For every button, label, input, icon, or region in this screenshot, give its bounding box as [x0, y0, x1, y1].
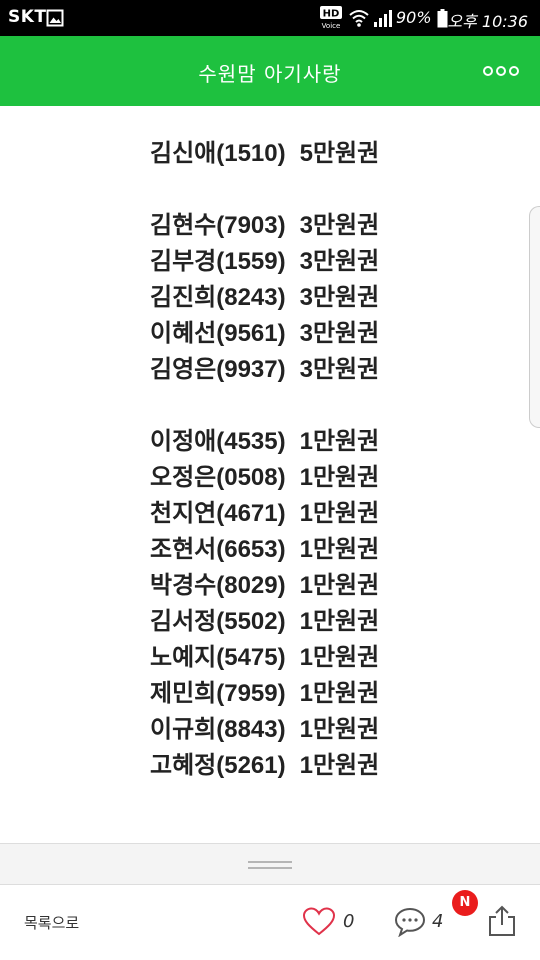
- winner-name: 김서정(5502): [150, 608, 286, 635]
- winner-name: 오정은(0508): [150, 464, 286, 491]
- new-badge: N: [452, 890, 478, 916]
- winner-row: 고혜정(5261) 1만원권: [150, 748, 379, 784]
- winner-row: 이규희(8843) 1만원권: [150, 712, 379, 748]
- winner-name: 제민희(7959): [150, 680, 286, 707]
- winner-name: 김진희(8243): [150, 284, 286, 311]
- signal-icon: [374, 10, 392, 27]
- winner-row: 이정애(4535) 1만원권: [150, 424, 379, 460]
- winner-prize: 1만원권: [299, 752, 380, 779]
- comment-count: 4: [432, 911, 444, 932]
- winner-prize: 1만원권: [299, 500, 380, 527]
- share-icon[interactable]: [487, 905, 517, 937]
- carrier-label: SKT: [8, 7, 47, 27]
- winner-row: 박경수(8029) 1만원권: [150, 568, 379, 604]
- drag-bar[interactable]: [0, 843, 540, 885]
- winner-name: 이정애(4535): [150, 428, 286, 455]
- winner-name: 노예지(5475): [150, 644, 286, 671]
- winner-group: 김신애(1510) 5만원권: [150, 136, 379, 172]
- winner-row: 조현서(6653) 1만원권: [150, 532, 379, 568]
- voice-label: Voice: [322, 22, 341, 30]
- winner-row: 이혜선(9561) 3만원권: [150, 316, 379, 352]
- winner-prize: 1만원권: [299, 536, 380, 563]
- winner-row: 김서정(5502) 1만원권: [150, 604, 379, 640]
- winner-prize: 1만원권: [299, 644, 380, 671]
- comment-icon[interactable]: [394, 907, 426, 937]
- winner-group: 김현수(7903) 3만원권 김부경(1559) 3만원권 김진희(8243) 3만원권 이…: [150, 208, 379, 388]
- like-count: 0: [343, 911, 355, 932]
- winner-row: 김현수(7903) 3만원권: [150, 208, 379, 244]
- back-to-list-button[interactable]: 목록으로: [24, 912, 79, 933]
- winner-prize: 3만원권: [299, 248, 380, 275]
- winner-group-items: 이정애(4535) 1만원권 오정은(0508) 1만원권 천지연(4671) 1만원권 조…: [150, 424, 379, 784]
- winner-name: 김현수(7903): [150, 212, 286, 239]
- winner-name: 김영은(9937): [150, 356, 286, 383]
- winner-row: 제민희(7959) 1만원권: [150, 676, 379, 712]
- gallery-icon: [46, 9, 64, 27]
- winner-group: 이정애(4535) 1만원권 오정은(0508) 1만원권 천지연(4671) 1만원권 조…: [150, 424, 379, 784]
- clock: 오후 10:36: [447, 12, 528, 31]
- winner-prize: 1만원권: [299, 464, 380, 491]
- drag-handle-icon[interactable]: [248, 860, 292, 870]
- winner-row: 천지연(4671) 1만원권: [150, 496, 379, 532]
- winner-name: 천지연(4671): [150, 500, 286, 527]
- winner-prize: 3만원권: [299, 212, 380, 239]
- winner-prize: 1만원권: [299, 572, 380, 599]
- winner-row: 김부경(1559) 3만원권: [150, 244, 379, 280]
- winner-name: 김신애(1510): [150, 140, 286, 167]
- winner-prize: 3만원권: [299, 356, 380, 383]
- winner-name: 고혜정(5261): [150, 752, 286, 779]
- winner-list: 김신애(1510) 5만원권 김현수(7903) 3만원권 김부경(1559) 3만원권 김…: [150, 136, 379, 820]
- more-options-icon[interactable]: [482, 64, 520, 78]
- side-scroll-handle[interactable]: [529, 206, 540, 428]
- winner-group-items: 김현수(7903) 3만원권 김부경(1559) 3만원권 김진희(8243) 3만원권 이…: [150, 208, 379, 388]
- winner-name: 조현서(6653): [150, 536, 286, 563]
- winner-prize: 1만원권: [299, 680, 380, 707]
- winner-prize: 5만원권: [299, 140, 380, 167]
- winner-prize: 3만원권: [299, 320, 380, 347]
- winner-prize: 1만원권: [299, 716, 380, 743]
- bottom-bar: 목록으로 0 4 N: [0, 885, 540, 960]
- winner-name: 박경수(8029): [150, 572, 286, 599]
- winner-name: 이규희(8843): [150, 716, 286, 743]
- winner-row: 오정은(0508) 1만원권: [150, 460, 379, 496]
- post-content: 김신애(1510) 5만원권 김현수(7903) 3만원권 김부경(1559) 3만원권 김…: [0, 106, 540, 843]
- winner-prize: 3만원권: [299, 284, 380, 311]
- wifi-icon: [349, 10, 369, 27]
- winner-row: 김진희(8243) 3만원권: [150, 280, 379, 316]
- battery-icon: [437, 9, 448, 28]
- winner-prize: 1만원권: [299, 428, 380, 455]
- hd-label: HD: [323, 9, 340, 20]
- app-header: 수원맘 아기사랑: [0, 36, 540, 106]
- battery-percent: 90%: [396, 8, 432, 27]
- page-title: 수원맘 아기사랑: [198, 62, 342, 86]
- winner-row: 김신애(1510) 5만원권: [150, 136, 379, 172]
- winner-row: 노예지(5475) 1만원권: [150, 640, 379, 676]
- winner-row: 김영은(9937) 3만원권: [150, 352, 379, 388]
- winner-prize: 1만원권: [299, 608, 380, 635]
- winner-name: 이혜선(9561): [150, 320, 286, 347]
- winner-group-items: 김신애(1510) 5만원권: [150, 136, 379, 172]
- hd-voice-icon: HD Voice: [320, 6, 342, 30]
- status-bar: SKT HD Voice 90% 오후 10:36: [0, 0, 540, 36]
- winner-name: 김부경(1559): [150, 248, 286, 275]
- heart-icon[interactable]: [303, 907, 335, 937]
